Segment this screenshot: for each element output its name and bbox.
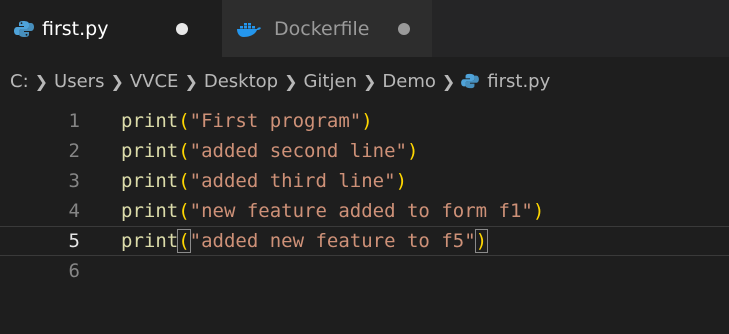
chevron-right-icon: ❯ bbox=[110, 71, 124, 91]
code-line[interactable]: 4 print("new feature added to form f1") bbox=[0, 196, 729, 226]
breadcrumb-item[interactable]: C: bbox=[10, 71, 29, 92]
breadcrumb-item[interactable]: Users bbox=[54, 71, 104, 92]
bracket-match: ( bbox=[177, 229, 191, 253]
breadcrumb-item[interactable]: Demo bbox=[382, 71, 435, 92]
breadcrumb-item[interactable]: first.py bbox=[487, 71, 550, 92]
chevron-right-icon: ❯ bbox=[362, 71, 377, 91]
tab-label: first.py bbox=[42, 17, 109, 40]
tab-dockerfile[interactable]: Dockerfile bbox=[222, 0, 432, 57]
bracket-match: ) bbox=[474, 229, 489, 253]
docker-icon bbox=[237, 23, 261, 37]
breadcrumb-item[interactable]: Desktop bbox=[204, 71, 278, 92]
line-number: 5 bbox=[68, 230, 80, 252]
chevron-right-icon: ❯ bbox=[441, 71, 456, 91]
line-number: 6 bbox=[68, 260, 80, 282]
chevron-right-icon: ❯ bbox=[284, 71, 298, 91]
code-line[interactable]: 3 print("added third line") bbox=[0, 166, 729, 196]
breadcrumb: C: ❯ Users ❯ VVCE ❯ Desktop ❯ Gitjen ❯ D… bbox=[0, 57, 729, 105]
line-number: 3 bbox=[68, 170, 80, 192]
code-text[interactable]: print("First program") bbox=[121, 110, 373, 132]
code-text[interactable]: print("added new feature to f5") bbox=[121, 229, 489, 253]
python-icon bbox=[461, 73, 480, 89]
code-text[interactable]: print("new feature added to form f1") bbox=[121, 200, 544, 222]
breadcrumb-item[interactable]: Gitjen bbox=[303, 71, 357, 92]
code-line[interactable]: 6 bbox=[0, 256, 729, 286]
line-number: 1 bbox=[68, 110, 80, 132]
chevron-right-icon: ❯ bbox=[184, 71, 198, 91]
tab-first-py[interactable]: first.py bbox=[0, 0, 222, 57]
code-line[interactable]: 1 print("First program") bbox=[0, 106, 729, 136]
tab-label: Dockerfile bbox=[274, 17, 370, 40]
unsaved-indicator-icon[interactable] bbox=[398, 23, 410, 35]
code-text[interactable]: print("added second line") bbox=[121, 140, 418, 162]
code-editor[interactable]: 1 print("First program") 2 print("added … bbox=[0, 106, 729, 334]
code-text[interactable]: print("added third line") bbox=[121, 170, 407, 192]
chevron-right-icon: ❯ bbox=[34, 71, 49, 91]
line-number: 4 bbox=[68, 200, 80, 222]
code-line[interactable]: 2 print("added second line") bbox=[0, 136, 729, 166]
tab-bar: first.py Dockerfile bbox=[0, 0, 729, 57]
python-icon bbox=[14, 21, 34, 37]
line-number: 2 bbox=[68, 140, 80, 162]
unsaved-indicator-icon[interactable] bbox=[176, 23, 188, 35]
breadcrumb-item[interactable]: VVCE bbox=[130, 71, 179, 92]
current-code-line[interactable]: 5 print("added new feature to f5") bbox=[0, 226, 729, 256]
